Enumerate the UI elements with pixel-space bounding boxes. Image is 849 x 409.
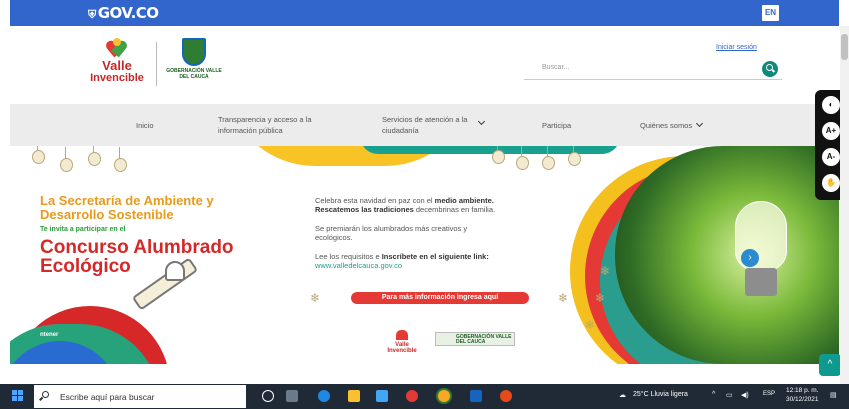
file-explorer-icon[interactable] <box>348 390 360 402</box>
decrease-font-button[interactable]: A- <box>822 148 840 166</box>
nav-item-transparencia[interactable]: Transparencia y acceso a la información … <box>218 114 334 136</box>
login-link[interactable]: Iniciar sesión <box>716 44 757 51</box>
nav-label: Servicios de atención a la ciudadanía <box>382 115 468 135</box>
ornament-icon <box>542 146 555 170</box>
logo-divider <box>156 42 157 86</box>
scroll-thumb[interactable] <box>841 34 848 60</box>
grass-bulb-photo <box>615 146 839 364</box>
ornament-icon <box>492 146 505 164</box>
scrollbar[interactable] <box>840 26 849 384</box>
snowflake-icon: ❄ <box>558 291 569 305</box>
hero-banner[interactable]: La Secretaría de Ambiente y Desarrollo S… <box>10 146 839 364</box>
taskbar-search-placeholder: Escribe aquí para buscar <box>60 392 155 402</box>
language-indicator[interactable]: ESP <box>763 391 775 397</box>
search-button[interactable] <box>762 61 778 77</box>
heart-icon <box>396 330 408 340</box>
back-to-top-button[interactable]: ^ <box>819 354 841 376</box>
footer-valle-logo: Valle Invencible <box>384 330 420 354</box>
snowflake-icon: ❄ <box>310 291 321 305</box>
chevron-up-icon[interactable]: ^ <box>712 391 715 398</box>
ornament-icon <box>32 146 45 164</box>
nav-item-inicio[interactable]: Inicio <box>136 120 154 131</box>
site-header: Valle Invencible GOBERNACIÓN VALLE DEL C… <box>10 26 839 104</box>
chevron-down-icon <box>696 119 704 128</box>
logo-valle-line2: Invencible <box>90 72 144 84</box>
chrome-icon[interactable] <box>438 390 450 402</box>
message-line-1: Celebra esta navidad en paz con el medio… <box>315 196 494 205</box>
nav-label: Transparencia y acceso a la información … <box>218 115 312 135</box>
store-icon[interactable] <box>376 390 388 402</box>
gobernacion-logo[interactable]: GOBERNACIÓN VALLE DEL CAUCA <box>164 38 224 94</box>
volume-icon[interactable]: ◀) <box>741 391 749 399</box>
taskbar-search[interactable]: Escribe aquí para buscar <box>34 385 246 408</box>
main-nav: Inicio Transparencia y acceso a la infor… <box>10 104 839 146</box>
clock[interactable]: 12:18 p. m. 30/12/2021 <box>786 386 819 404</box>
snowflake-icon: ❄ <box>600 264 611 278</box>
task-view-icon[interactable] <box>286 390 298 402</box>
footer-gobernacion-logo: GOBERNACIÓN VALLE DEL CAUCA <box>435 332 515 346</box>
bulb-base <box>745 268 777 296</box>
nav-label: Inicio <box>136 121 154 130</box>
ornament-icon <box>516 146 529 170</box>
notifications-icon[interactable]: ▤ <box>830 391 837 399</box>
edge-icon[interactable] <box>318 390 330 402</box>
nav-item-servicios-chevron[interactable] <box>474 117 486 129</box>
gov-co-bar: ⛨ GOV.CO EN <box>10 0 839 26</box>
nav-item-participa[interactable]: Participa <box>542 120 571 131</box>
gov-co-logo[interactable]: ⛨ GOV.CO <box>88 4 159 22</box>
heart-icon <box>104 38 129 58</box>
word-icon[interactable] <box>470 390 482 402</box>
message-line-3: Se premiarán los alumbrados más creativo… <box>315 224 468 242</box>
clock-time: 12:18 p. m. <box>786 387 819 394</box>
windows-taskbar: Escribe aquí para buscar ☁ 25°C Lluvia l… <box>0 384 849 409</box>
message-line-4: Lee los requisitos e Inscríbete en el si… <box>315 252 489 261</box>
contest-title: Concurso Alumbrado Ecológico <box>40 237 234 277</box>
gov-co-logo-text: GOV.CO <box>97 4 159 22</box>
nav-label: Participa <box>542 121 572 130</box>
ornament-icon <box>114 147 127 172</box>
weather-text[interactable]: 25°C Lluvia ligera <box>633 391 688 398</box>
ornament-icon <box>60 147 73 172</box>
firefox-icon[interactable] <box>500 390 512 402</box>
search-icon <box>42 391 49 398</box>
nav-item-servicios[interactable]: Servicios de atención a la ciudadanía <box>382 114 472 136</box>
windows-start-icon[interactable] <box>12 390 24 402</box>
search-input[interactable]: Buscar... <box>542 64 569 71</box>
snowflake-icon: ❄ <box>595 291 606 305</box>
bell-icon <box>165 261 185 281</box>
more-info-button[interactable]: Para más información ingresa aquí <box>351 292 529 304</box>
ornament-icon <box>88 146 101 166</box>
language-en-button[interactable]: EN <box>762 5 779 21</box>
cookie-text: ntener <box>40 332 59 338</box>
nav-item-quienes-somos[interactable]: Quiénes somos <box>640 119 704 131</box>
network-icon[interactable]: ▭ <box>726 391 733 399</box>
footer-logo1-line2: Invencible <box>387 348 417 354</box>
chevron-down-icon <box>477 117 486 126</box>
contrast-icon[interactable]: ◐ <box>822 96 840 114</box>
chevron-up-icon: ^ <box>827 359 833 370</box>
invite-text: Te invita a participar en el <box>40 226 126 233</box>
clock-date: 30/12/2021 <box>786 396 819 403</box>
cortana-icon[interactable] <box>262 390 274 402</box>
secretaria-title: La Secretaría de Ambiente y Desarrollo S… <box>40 193 214 222</box>
website-link[interactable]: www.valledelcauca.gov.co <box>315 261 402 270</box>
logo-valle-line1: Valle <box>102 58 132 73</box>
increase-font-button[interactable]: A+ <box>822 122 840 140</box>
shield-icon: ⛨ <box>88 8 96 21</box>
app-icon[interactable] <box>406 390 418 402</box>
snowflake-icon: ❄ <box>585 318 596 332</box>
sign-language-icon[interactable]: ✋ <box>822 174 840 192</box>
coat-of-arms-icon <box>182 38 206 66</box>
nav-label: Quiénes somos <box>640 121 693 130</box>
valle-invencible-logo[interactable]: Valle Invencible <box>82 38 152 96</box>
search-box[interactable]: Buscar... <box>524 58 782 80</box>
banner-photo-area <box>570 146 839 364</box>
gobernacion-logo-text: GOBERNACIÓN VALLE DEL CAUCA <box>166 68 222 80</box>
message-line-2: Rescatemos las tradiciones decembrinas e… <box>315 205 496 214</box>
carousel-next-button[interactable]: › <box>741 249 759 267</box>
cloud-icon: ☁ <box>619 392 626 399</box>
